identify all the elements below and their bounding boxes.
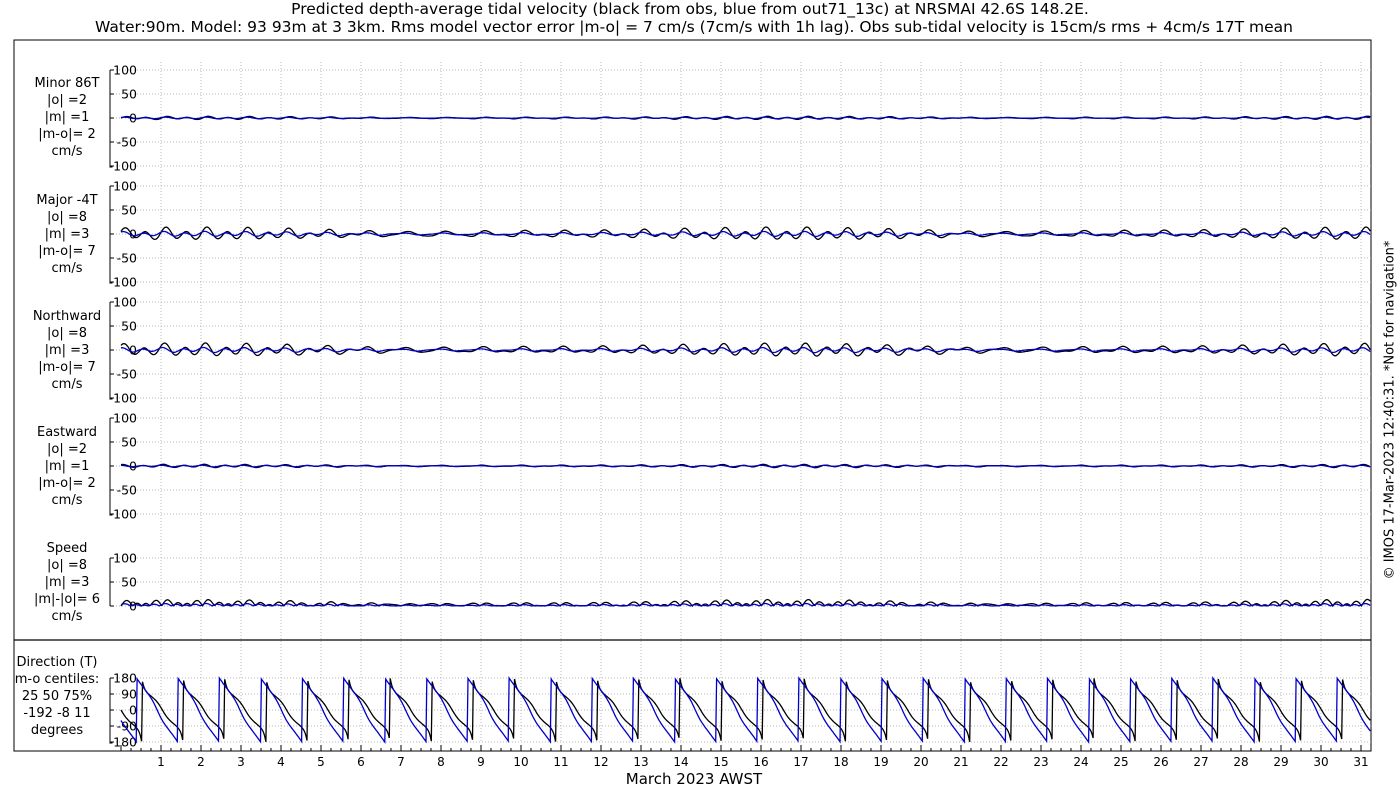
y-tick-label: 50 bbox=[121, 87, 137, 102]
panel-label-minor: Minor 86T |o| =2 |m| =1 |m-o|= 2 cm/s bbox=[34, 76, 100, 159]
x-tick-label: 29 bbox=[1273, 755, 1288, 769]
panel-label-speed: Speed |o| =8 |m| =3 |m|-|o|= 6 cm/s bbox=[33, 541, 101, 624]
x-tick-label: 20 bbox=[913, 755, 928, 769]
x-tick-label: 13 bbox=[633, 755, 648, 769]
x-tick-label: 31 bbox=[1353, 755, 1368, 769]
x-tick-label: 8 bbox=[437, 755, 445, 769]
copyright-notice: © IMOS 17-Mar-2023 12:40:31. *Not for na… bbox=[1382, 240, 1398, 580]
panel-label-major: Major -4T |o| =8 |m| =3 |m-o|= 7 cm/s bbox=[36, 193, 98, 276]
x-tick-label: 26 bbox=[1153, 755, 1168, 769]
y-tick-label: 90 bbox=[121, 687, 137, 702]
x-tick-label: 15 bbox=[713, 755, 728, 769]
x-tick-label: 4 bbox=[277, 755, 285, 769]
x-tick-label: 3 bbox=[237, 755, 245, 769]
x-tick-label: 22 bbox=[993, 755, 1008, 769]
x-tick-label: 5 bbox=[317, 755, 325, 769]
tidal-chart: 1 2 3 4 5 6 7 8 9 10 11 12 13 14 15 16 17 18 19 20 21 22 23 24 2… bbox=[13, 39, 1372, 769]
x-tick-label: 18 bbox=[833, 755, 848, 769]
x-tick-label: 16 bbox=[753, 755, 768, 769]
x-tick-label: 23 bbox=[1033, 755, 1048, 769]
x-tick-label: 17 bbox=[793, 755, 808, 769]
x-tick-label: 1 bbox=[157, 755, 165, 769]
y-tick-label: -100 bbox=[109, 159, 137, 174]
x-tick-label: 24 bbox=[1073, 755, 1088, 769]
y-tick-label: 50 bbox=[121, 575, 137, 590]
y-tick-label: 0 bbox=[129, 703, 137, 718]
x-tick-label: 27 bbox=[1193, 755, 1208, 769]
x-tick-label: 25 bbox=[1113, 755, 1128, 769]
y-tick-label: 180 bbox=[113, 671, 137, 686]
panel-label-direction: Direction (T) m-o centiles: 25 50 75% -192 … bbox=[14, 655, 100, 738]
figure-frame bbox=[13, 39, 1372, 752]
x-tick-label: 14 bbox=[673, 755, 688, 769]
x-tick-label: 9 bbox=[477, 755, 485, 769]
y-tick-label: 50 bbox=[121, 319, 137, 334]
x-tick-label: 11 bbox=[553, 755, 568, 769]
x-tick-label: 10 bbox=[513, 755, 528, 769]
panel-label-northward: Northward |o| =8 |m| =3 |m-o|= 7 cm/s bbox=[32, 309, 102, 392]
x-tick-label: 2 bbox=[197, 755, 205, 769]
x-tick-label: 28 bbox=[1233, 755, 1248, 769]
y-tick-label: 50 bbox=[121, 435, 137, 450]
x-tick-label: 12 bbox=[593, 755, 608, 769]
panel-label-eastward: Eastward |o| =2 |m| =1 |m-o|= 2 cm/s bbox=[36, 425, 98, 508]
x-tick-label: 21 bbox=[953, 755, 968, 769]
model-series-line bbox=[120, 116, 1371, 120]
x-tick-label: 30 bbox=[1313, 755, 1328, 769]
y-tick-label: 50 bbox=[121, 203, 137, 218]
x-tick-label: 7 bbox=[397, 755, 405, 769]
x-tick-label: 6 bbox=[357, 755, 365, 769]
x-axis-title: March 2023 AWST bbox=[625, 770, 763, 788]
x-tick-label: 19 bbox=[873, 755, 888, 769]
